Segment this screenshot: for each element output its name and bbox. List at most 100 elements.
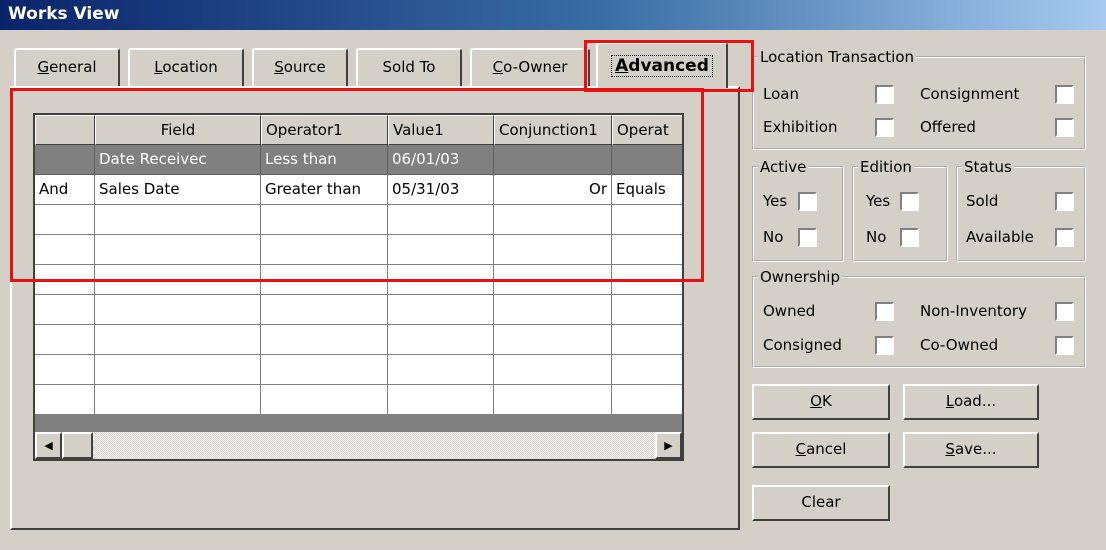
grid-cell-value1[interactable]: 05/31/03 <box>388 175 494 205</box>
grid-cell-conjunction1[interactable]: Or <box>494 175 612 205</box>
grid-cell-operator2[interactable] <box>612 295 682 325</box>
criteria-grid[interactable]: Field Operator1 Value1 Conjunction1 Oper… <box>33 113 684 461</box>
edition-title: Edition <box>860 158 912 176</box>
grid-cell-row-prefix[interactable] <box>35 205 95 235</box>
grid-cell-row-prefix[interactable] <box>35 385 95 415</box>
save-button[interactable]: Save... <box>903 432 1039 468</box>
load-button[interactable]: Load... <box>903 384 1039 420</box>
grid-cell-operator2[interactable] <box>612 205 682 235</box>
grid-cell-operator2[interactable] <box>612 355 682 385</box>
grid-cell-field[interactable]: Sales Date <box>95 175 261 205</box>
consigned-checkbox[interactable] <box>875 336 894 355</box>
loan-checkbox[interactable] <box>875 85 894 104</box>
grid-cell-field[interactable]: Date Receivec <box>95 145 261 175</box>
grid-cell-row-prefix[interactable] <box>35 325 95 355</box>
horizontal-scrollbar[interactable]: ◀ ▶ <box>35 432 682 459</box>
scroll-thumb[interactable] <box>62 432 93 459</box>
grid-cell-operator2[interactable] <box>612 385 682 415</box>
active-no-checkbox[interactable] <box>798 228 817 247</box>
grid-cell-operator1[interactable] <box>261 235 388 265</box>
grid-cell-operator2[interactable]: Equals <box>612 175 682 205</box>
column-header-field[interactable]: Field <box>95 115 261 145</box>
active-yes-label: Yes <box>763 192 788 210</box>
ok-button[interactable]: OK <box>752 384 890 420</box>
tab-general[interactable]: General <box>14 48 120 86</box>
grid-cell-conjunction1[interactable] <box>494 235 612 265</box>
offered-checkbox[interactable] <box>1055 118 1074 137</box>
owned-label: Owned <box>763 302 816 320</box>
tab-advanced[interactable]: Advanced <box>596 42 728 88</box>
grid-cell-value1[interactable]: 06/01/03 <box>388 145 494 175</box>
consignment-checkbox[interactable] <box>1055 85 1074 104</box>
grid-cell-conjunction1[interactable] <box>494 385 612 415</box>
edition-no-checkbox[interactable] <box>900 228 919 247</box>
edition-yes-checkbox[interactable] <box>900 192 919 211</box>
grid-cell-field[interactable] <box>95 385 261 415</box>
grid-cell-value1[interactable] <box>388 205 494 235</box>
works-view-window: Works View General Location Source Sold … <box>0 0 1106 550</box>
grid-cell-value1[interactable] <box>388 295 494 325</box>
grid-cell-operator2[interactable] <box>612 235 682 265</box>
owned-checkbox[interactable] <box>875 302 894 321</box>
column-header-conjunction1[interactable]: Conjunction1 <box>494 115 612 145</box>
grid-cell-operator1[interactable]: Less than <box>261 145 388 175</box>
tab-source[interactable]: Source <box>252 48 348 86</box>
grid-corner-header <box>35 115 95 145</box>
grid-cell-field[interactable] <box>95 355 261 385</box>
column-header-value1[interactable]: Value1 <box>388 115 494 145</box>
consigned-label: Consigned <box>763 336 842 354</box>
title-bar[interactable]: Works View <box>0 0 1106 30</box>
grid-cell-operator1[interactable] <box>261 325 388 355</box>
grid-cell-field[interactable] <box>95 265 261 295</box>
grid-cell-row-prefix[interactable] <box>35 265 95 295</box>
tab-location[interactable]: Location <box>128 48 244 86</box>
scroll-right-arrow-icon[interactable]: ▶ <box>655 432 682 459</box>
grid-cell-field[interactable] <box>95 205 261 235</box>
grid-cell-field[interactable] <box>95 325 261 355</box>
grid-cell-row-prefix[interactable]: And <box>35 175 95 205</box>
grid-cell-row-prefix[interactable] <box>35 235 95 265</box>
grid-cell-row-prefix[interactable] <box>35 355 95 385</box>
tab-co-owner[interactable]: Co-Owner <box>470 48 590 86</box>
grid-cell-conjunction1[interactable] <box>494 325 612 355</box>
grid-cell-value1[interactable] <box>388 325 494 355</box>
grid-cell-operator1[interactable] <box>261 295 388 325</box>
grid-cell-conjunction1[interactable] <box>494 295 612 325</box>
available-checkbox[interactable] <box>1055 228 1074 247</box>
grid-cell-operator1[interactable] <box>261 355 388 385</box>
grid-cell-operator1[interactable] <box>261 205 388 235</box>
grid-cell-operator1[interactable] <box>261 265 388 295</box>
tab-advanced-label: Advanced <box>611 55 713 77</box>
grid-cell-value1[interactable] <box>388 265 494 295</box>
grid-cell-operator1[interactable]: Greater than <box>261 175 388 205</box>
active-yes-checkbox[interactable] <box>798 192 817 211</box>
grid-cell-value1[interactable] <box>388 235 494 265</box>
grid-cell-operator2[interactable] <box>612 325 682 355</box>
grid-cell-conjunction1[interactable] <box>494 355 612 385</box>
sold-checkbox[interactable] <box>1055 192 1074 211</box>
grid-cell-value1[interactable] <box>388 385 494 415</box>
available-label: Available <box>966 228 1034 246</box>
grid-cell-row-prefix[interactable] <box>35 295 95 325</box>
grid-cell-operator2[interactable] <box>612 145 682 175</box>
clear-button[interactable]: Clear <box>752 485 890 521</box>
ownership-title: Ownership <box>760 268 840 286</box>
grid-cell-operator2[interactable] <box>612 265 682 295</box>
column-header-operator2[interactable]: Operat <box>612 115 682 145</box>
active-no-label: No <box>763 228 784 246</box>
column-header-operator1[interactable]: Operator1 <box>261 115 388 145</box>
grid-cell-field[interactable] <box>95 235 261 265</box>
exhibition-checkbox[interactable] <box>875 118 894 137</box>
grid-cell-conjunction1[interactable] <box>494 205 612 235</box>
co-owned-checkbox[interactable] <box>1055 336 1074 355</box>
cancel-button[interactable]: Cancel <box>752 432 890 468</box>
non-inventory-checkbox[interactable] <box>1055 302 1074 321</box>
grid-cell-field[interactable] <box>95 295 261 325</box>
grid-cell-conjunction1[interactable] <box>494 265 612 295</box>
grid-cell-row-prefix[interactable] <box>35 145 95 175</box>
scroll-left-arrow-icon[interactable]: ◀ <box>35 432 62 459</box>
tab-sold-to[interactable]: Sold To <box>356 48 462 86</box>
grid-cell-value1[interactable] <box>388 355 494 385</box>
grid-cell-operator1[interactable] <box>261 385 388 415</box>
grid-cell-conjunction1[interactable] <box>494 145 612 175</box>
